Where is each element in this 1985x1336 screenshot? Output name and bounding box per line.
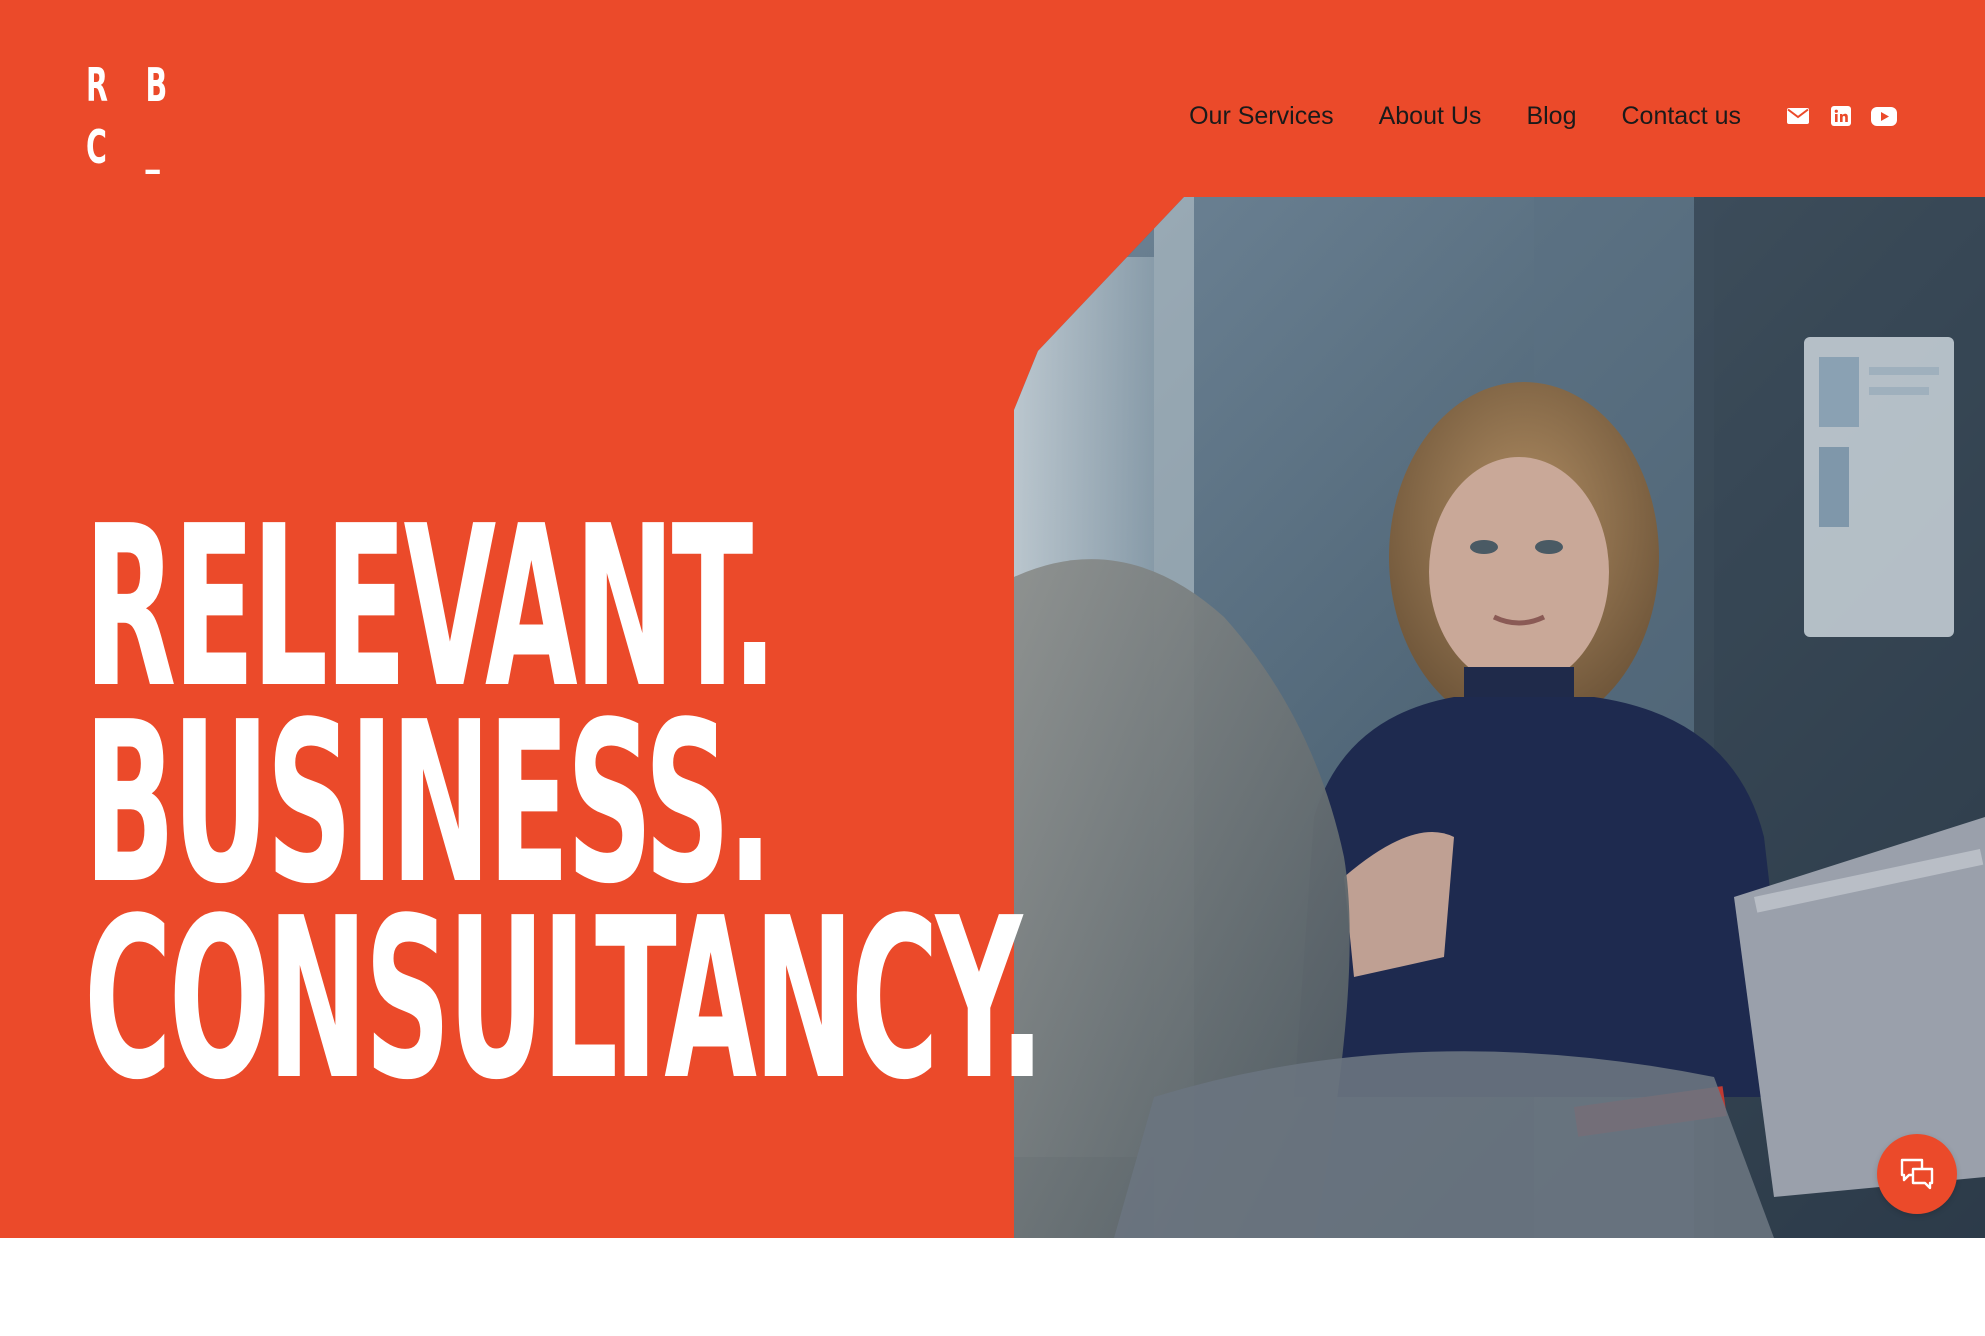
logo-letter-r: R (86, 58, 108, 112)
hero-section: R B C _ Our Services About Us Blog Conta… (0, 0, 1985, 1238)
main-navigation: Our Services About Us Blog Contact us (1189, 96, 1897, 136)
youtube-icon[interactable] (1871, 103, 1897, 129)
logo-letter-c: C (86, 120, 107, 174)
chat-button[interactable] (1877, 1134, 1957, 1214)
meeting-photo (1014, 197, 1985, 1238)
social-links (1785, 103, 1897, 129)
nav-contact-us[interactable]: Contact us (1621, 102, 1741, 131)
logo-letter-b: B (145, 58, 168, 112)
logo-underscore: _ (145, 120, 160, 174)
hero-headline: RELEVANT. BUSINESS. CONSULTANCY. (84, 497, 1045, 1129)
page: R B C _ Our Services About Us Blog Conta… (0, 0, 1985, 1336)
nav-blog[interactable]: Blog (1526, 102, 1576, 131)
linkedin-icon[interactable] (1828, 103, 1854, 129)
nav-about-us[interactable]: About Us (1379, 102, 1482, 131)
nav-our-services[interactable]: Our Services (1189, 102, 1333, 131)
chat-bubbles-icon (1900, 1158, 1934, 1190)
headline-line-3: CONSULTANCY. (84, 871, 1045, 1129)
email-icon[interactable] (1785, 103, 1811, 129)
site-logo[interactable]: R B C _ (86, 58, 167, 174)
